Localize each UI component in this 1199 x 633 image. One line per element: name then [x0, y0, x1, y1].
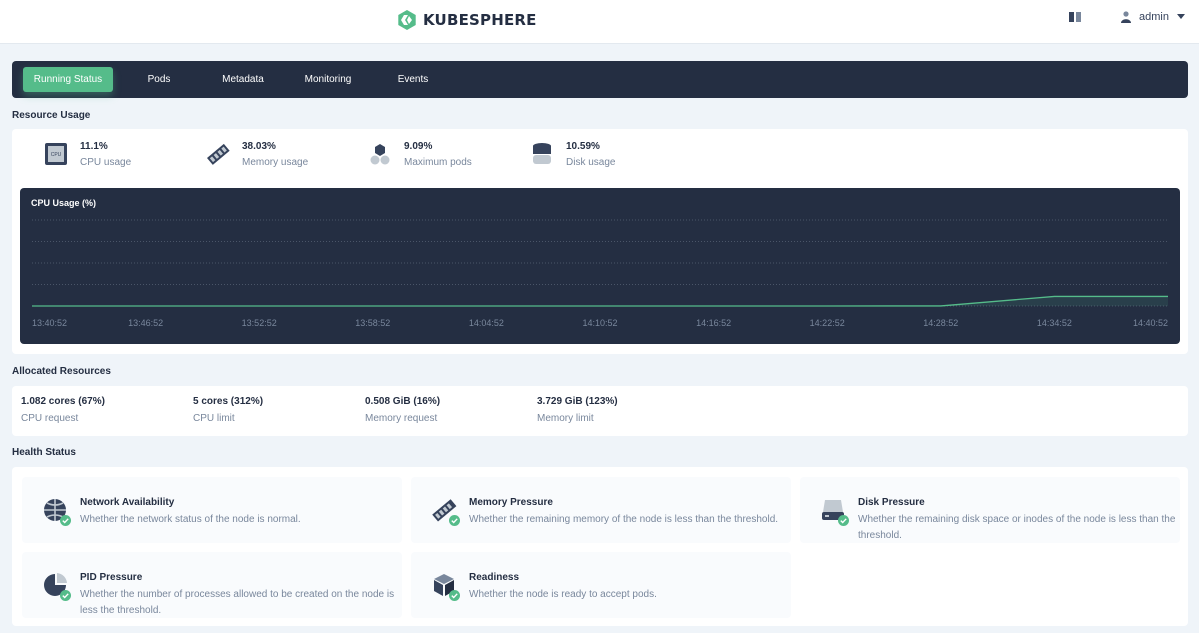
metric-disk-usage[interactable]: 10.59% Disk usage	[508, 129, 670, 179]
cpu-usage-label: CPU usage	[80, 157, 132, 168]
memory-icon	[207, 143, 230, 165]
tab-events[interactable]: Events	[388, 67, 438, 92]
health-item-title: PID Pressure	[80, 572, 143, 583]
resource-usage-card: CPU 11.1% CPU usage 38.03% Memory usage …	[12, 129, 1188, 354]
cpu-request-label: CPU request	[21, 413, 79, 424]
check-icon	[449, 515, 460, 526]
user-name[interactable]: admin	[1139, 11, 1169, 23]
health-disk-pressure: Disk Pressure Whether the remaining disk…	[800, 477, 1180, 543]
check-icon	[60, 515, 71, 526]
alloc-cpu-request: 1.082 cores (67%) CPU request	[21, 396, 105, 424]
disk-usage-label: Disk usage	[566, 157, 616, 168]
health-item-title: Memory Pressure	[469, 497, 553, 508]
check-icon	[838, 515, 849, 526]
x-tick-label: 14:40:52	[1133, 318, 1168, 328]
tab-pods[interactable]: Pods	[136, 67, 182, 92]
top-navigation-bar: KUBESPHERE admin	[0, 0, 1199, 44]
disk-icon	[533, 143, 551, 164]
cpu-usage-value: 11.1%	[80, 141, 108, 152]
metric-cpu-usage[interactable]: CPU 11.1% CPU usage	[22, 129, 184, 179]
tab-metadata[interactable]: Metadata	[212, 67, 274, 92]
chevron-down-icon[interactable]	[1177, 14, 1185, 20]
health-status-title: Health Status	[12, 447, 76, 458]
allocated-resources-card: 1.082 cores (67%) CPU request 5 cores (3…	[12, 386, 1188, 436]
logo-text: KUBESPHERE	[423, 11, 537, 29]
alloc-cpu-limit: 5 cores (312%) CPU limit	[193, 396, 263, 424]
memory-limit-label: Memory limit	[537, 413, 594, 424]
user-icon[interactable]	[1121, 11, 1132, 23]
x-tick-label: 13:52:52	[242, 318, 277, 328]
svg-text:CPU: CPU	[51, 152, 62, 158]
health-item-desc: Whether the number of processes allowed …	[80, 589, 395, 616]
allocated-resources-title: Allocated Resources	[12, 366, 111, 377]
x-tick-label: 13:46:52	[128, 318, 163, 328]
health-memory-pressure: Memory Pressure Whether the remaining me…	[411, 477, 791, 543]
cpu-icon: CPU	[45, 143, 67, 165]
kubesphere-logo[interactable]: KUBESPHERE	[397, 9, 537, 31]
health-item-title: Disk Pressure	[858, 497, 925, 508]
x-tick-label: 14:28:52	[923, 318, 958, 328]
memory-request-label: Memory request	[365, 413, 438, 424]
health-network-availability: Network Availability Whether the network…	[22, 477, 402, 543]
health-item-desc: Whether the remaining memory of the node…	[469, 514, 779, 525]
cpu-usage-chart[interactable]: CPU Usage (%) 13:40:52 13:46:52 13:52:52 13…	[20, 188, 1180, 344]
resource-usage-title: Resource Usage	[12, 110, 91, 121]
book-icon[interactable]	[1069, 12, 1082, 22]
detail-tabs: Running Status Pods Metadata Monitoring …	[12, 61, 1188, 98]
tab-running-status[interactable]: Running Status	[23, 67, 113, 92]
maximum-pods-label: Maximum pods	[404, 157, 472, 168]
memory-usage-value: 38.03%	[242, 141, 276, 152]
cpu-usage-chart-canvas: 13:40:52 13:46:52 13:52:52 13:58:52 14:04:52…	[31, 219, 1169, 328]
alloc-memory-request: 0.508 GiB (16%) Memory request	[365, 396, 440, 424]
memory-request-value: 0.508 GiB (16%)	[365, 396, 441, 407]
memory-limit-value: 3.729 GiB (123%)	[537, 396, 618, 407]
health-pid-pressure: PID Pressure Whether the number of proce…	[22, 552, 402, 618]
x-tick-label: 14:10:52	[582, 318, 617, 328]
health-readiness: Readiness Whether the node is ready to a…	[411, 552, 791, 618]
cpu-limit-value: 5 cores (312%)	[193, 396, 264, 407]
alloc-memory-limit: 3.729 GiB (123%) Memory limit	[537, 396, 618, 424]
kubesphere-logo-icon	[398, 10, 416, 30]
maximum-pods-value: 9.09%	[404, 141, 433, 152]
x-tick-label: 13:40:52	[32, 318, 67, 328]
cpu-request-value: 1.082 cores (67%)	[21, 396, 105, 407]
health-item-desc: Whether the network status of the node i…	[80, 514, 301, 525]
health-item-title: Readiness	[469, 572, 520, 583]
tab-monitoring[interactable]: Monitoring	[296, 67, 360, 92]
x-tick-label: 14:22:52	[810, 318, 845, 328]
cpu-limit-label: CPU limit	[193, 413, 235, 424]
x-tick-label: 14:34:52	[1037, 318, 1072, 328]
metric-maximum-pods[interactable]: 9.09% Maximum pods	[346, 129, 508, 179]
disk-usage-value: 10.59%	[566, 141, 600, 152]
check-icon	[449, 590, 460, 601]
memory-usage-label: Memory usage	[242, 157, 309, 168]
pods-icon	[370, 144, 390, 165]
check-icon	[60, 590, 71, 601]
x-tick-label: 13:58:52	[355, 318, 390, 328]
x-tick-label: 14:04:52	[469, 318, 504, 328]
health-status-card: Network Availability Whether the network…	[12, 467, 1188, 626]
health-item-desc: Whether the node is ready to accept pods…	[469, 589, 657, 600]
metric-memory-usage[interactable]: 38.03% Memory usage	[184, 129, 346, 179]
health-item-title: Network Availability	[80, 497, 175, 508]
health-item-desc: Whether the remaining disk space or inod…	[858, 514, 1176, 541]
x-tick-label: 14:16:52	[696, 318, 731, 328]
